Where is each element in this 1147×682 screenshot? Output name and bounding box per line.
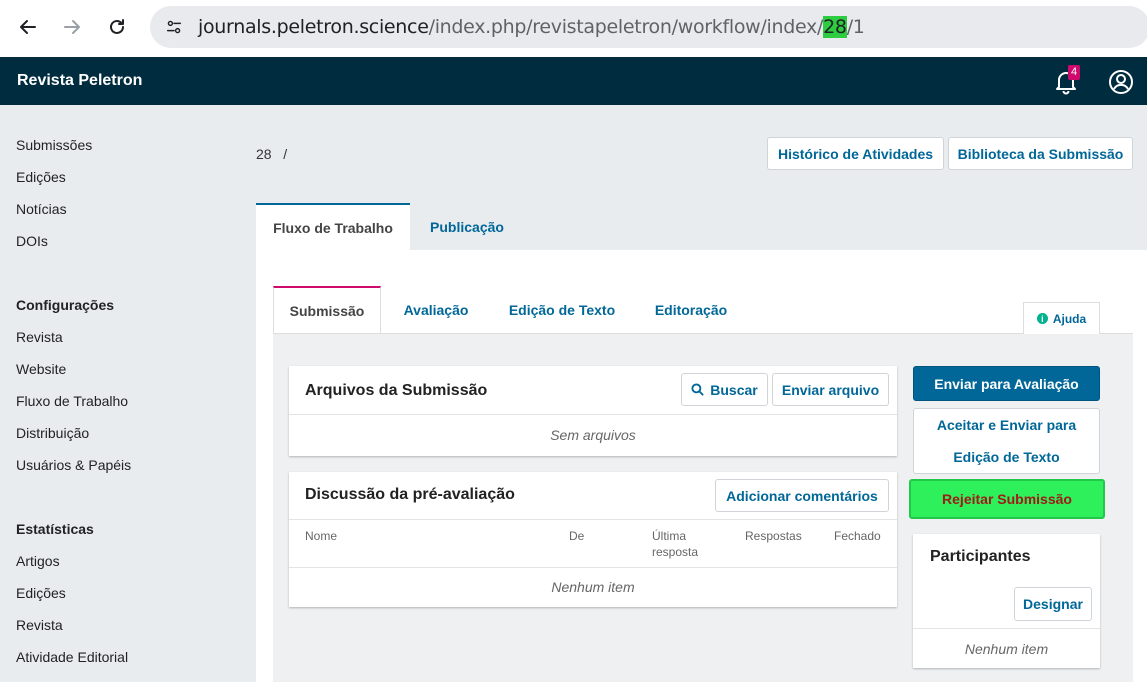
submission-library-button[interactable]: Biblioteca da Submissão xyxy=(948,137,1133,170)
sidebar-heading-config: Configurações xyxy=(16,297,115,313)
reload-button[interactable] xyxy=(102,12,132,42)
sidebar-item-noticias[interactable]: Notícias xyxy=(16,201,67,217)
sidebar-item-revista[interactable]: Revista xyxy=(16,329,63,345)
participants-card: Participantes Designar Nenhum item xyxy=(913,534,1100,668)
info-icon: i xyxy=(1036,313,1048,324)
breadcrumb-separator: / xyxy=(283,146,288,162)
participants-empty-message: Nenhum item xyxy=(964,641,1049,657)
discussion-card: Discussão da pré-avaliação Adicionar com… xyxy=(289,472,897,607)
sidebar-item-stats-journal[interactable]: Revista xyxy=(16,617,63,633)
url-highlight: 28 xyxy=(823,16,847,38)
files-empty-message: Sem arquivos xyxy=(550,427,636,443)
arrow-right-icon xyxy=(64,20,80,34)
accept-copyediting-button[interactable]: Aceitar e Enviar para Edição de Texto xyxy=(913,408,1100,474)
journal-title[interactable]: Revista Peletron xyxy=(17,72,142,90)
tab-review[interactable]: Avaliação xyxy=(388,286,484,334)
help-label: Ajuda xyxy=(1052,311,1087,326)
url-path: /index.php/revistapeletron/workflow/inde… xyxy=(428,16,824,38)
participants-title: Participantes xyxy=(930,548,1031,565)
browser-toolbar: journals.peletron.science/index.php/revi… xyxy=(0,0,1147,57)
sidebar-item-users-roles[interactable]: Usuários & Papéis xyxy=(16,457,131,473)
discussion-columns-divider xyxy=(289,567,897,568)
breadcrumb: 28 / xyxy=(256,146,287,162)
submission-files-card: Arquivos da Submissão Buscar Enviar arqu… xyxy=(289,366,897,456)
sidebar-item-workflow[interactable]: Fluxo de Trabalho xyxy=(16,393,128,409)
discussion-header-divider xyxy=(289,519,897,520)
address-bar[interactable]: journals.peletron.science/index.php/revi… xyxy=(150,6,1147,48)
url-host: journals.peletron.science xyxy=(198,16,429,38)
upload-file-button[interactable]: Enviar arquivo xyxy=(772,373,889,406)
tab-submission[interactable]: Submissão xyxy=(273,286,381,334)
url-suffix: /1 xyxy=(846,16,865,38)
participants-divider xyxy=(913,628,1100,629)
site-info-icon[interactable] xyxy=(164,17,184,37)
files-divider xyxy=(289,414,897,415)
add-comment-button[interactable]: Adicionar comentários xyxy=(715,479,889,512)
discussion-card-title: Discussão da pré-avaliação xyxy=(305,486,515,503)
column-header-name: Nome xyxy=(305,529,338,543)
forward-button[interactable] xyxy=(57,12,87,42)
column-header-from: De xyxy=(569,529,585,543)
sidebar-item-edicoes[interactable]: Edições xyxy=(16,169,66,185)
help-button[interactable]: i Ajuda xyxy=(1023,302,1100,334)
notification-badge: 4 xyxy=(1068,65,1081,80)
column-header-last-reply: Última resposta xyxy=(652,529,699,559)
tab-copyediting[interactable]: Edição de Texto xyxy=(494,286,630,334)
reject-submission-button[interactable]: Rejeitar Submissão xyxy=(909,479,1105,519)
sidebar-item-distribution[interactable]: Distribuição xyxy=(16,425,89,441)
back-button[interactable] xyxy=(13,12,43,42)
sidebar-item-editorial-activity[interactable]: Atividade Editorial xyxy=(16,649,128,665)
sidebar-item-stats-issues[interactable]: Edições xyxy=(16,585,66,601)
accept-label-line1: Aceitar e Enviar para xyxy=(936,417,1077,433)
url-text: journals.peletron.science/index.php/revi… xyxy=(198,16,865,38)
sidebar-item-website[interactable]: Website xyxy=(16,361,66,377)
discussion-empty-message: Nenhum item xyxy=(551,579,635,595)
search-icon xyxy=(691,383,704,396)
assign-participant-button[interactable]: Designar xyxy=(1014,587,1092,621)
tab-production[interactable]: Editoração xyxy=(640,286,742,334)
sidebar-heading-stats: Estatísticas xyxy=(16,521,94,537)
sidebar-item-articles[interactable]: Artigos xyxy=(16,553,60,569)
search-files-label: Buscar xyxy=(710,381,758,398)
app-header: Revista Peletron xyxy=(0,57,1147,105)
accept-label-line2: Edição de Texto xyxy=(953,449,1060,465)
column-header-replies: Respostas xyxy=(745,529,802,543)
activity-history-button[interactable]: Histórico de Atividades xyxy=(767,137,944,170)
tab-publication[interactable]: Publicação xyxy=(414,203,520,251)
breadcrumb-id: 28 xyxy=(256,146,272,162)
search-files-button[interactable]: Buscar xyxy=(681,373,768,406)
user-icon[interactable] xyxy=(1108,69,1134,95)
reload-icon xyxy=(110,19,124,34)
column-header-closed: Fechado xyxy=(834,529,881,543)
send-to-review-button[interactable]: Enviar para Avaliação xyxy=(913,366,1100,401)
files-card-title: Arquivos da Submissão xyxy=(305,382,488,399)
sidebar-item-dois[interactable]: DOIs xyxy=(16,233,48,249)
tab-workflow[interactable]: Fluxo de Trabalho xyxy=(256,203,410,251)
sidebar-item-submissoes[interactable]: Submissões xyxy=(16,137,92,153)
arrow-left-icon xyxy=(20,20,36,34)
